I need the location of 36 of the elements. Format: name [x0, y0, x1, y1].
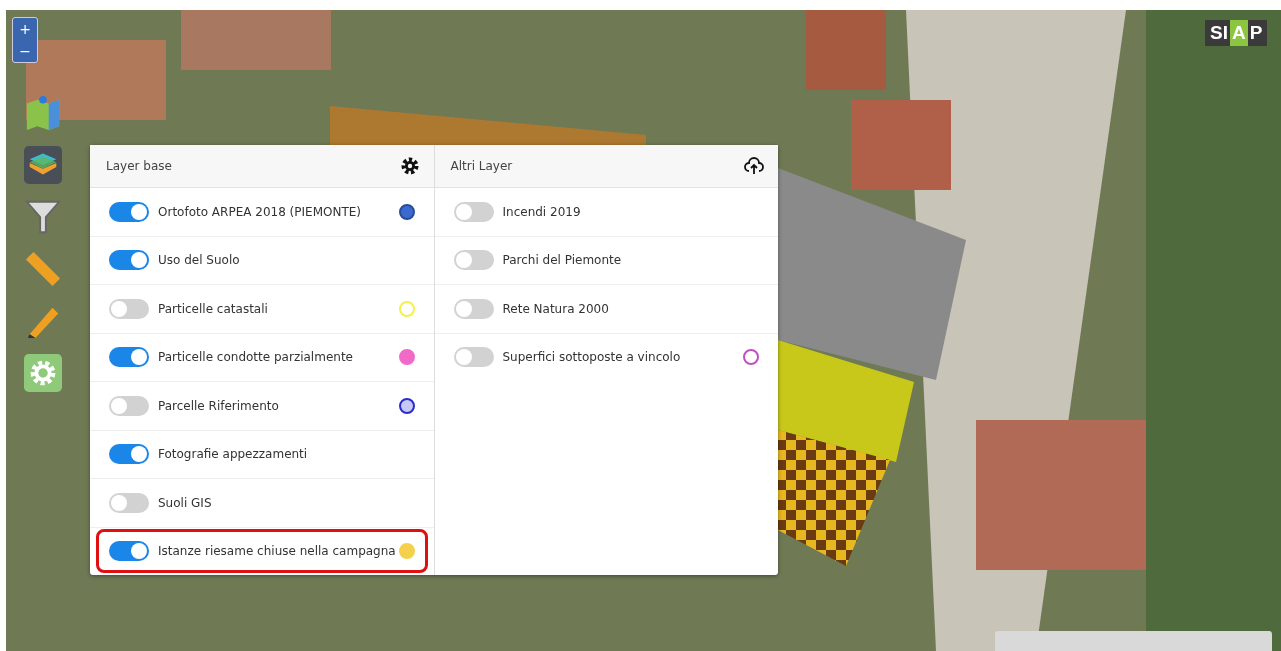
layer-label: Parchi del Piemonte — [502, 253, 623, 268]
layer-label: Istanze riesame chiuse nella campagna — [158, 544, 397, 559]
toggle-switch[interactable] — [453, 201, 494, 222]
cloud-upload-icon[interactable] — [744, 156, 764, 176]
toggle-switch[interactable] — [109, 444, 149, 465]
toggle-switch[interactable] — [453, 250, 494, 271]
toggle-switch[interactable] — [453, 347, 494, 368]
toggle-switch[interactable] — [109, 541, 149, 562]
toggle-switch[interactable] — [109, 395, 149, 416]
toggle-switch[interactable] — [453, 298, 494, 319]
layer-label: Rete Natura 2000 — [502, 301, 610, 316]
ruler-icon[interactable] — [24, 250, 62, 288]
section-title: Altri Layer — [450, 159, 513, 173]
layer-label: Ortofoto ARPEA 2018 (PIEMONTE) — [158, 204, 362, 219]
layer-label: Incendi 2019 — [502, 204, 582, 219]
zoom-in-button[interactable]: + — [13, 18, 37, 40]
layer-label: Parcelle Riferimento — [158, 398, 280, 413]
layer-label: Fotografie appezzamenti — [158, 447, 309, 462]
toggle-switch[interactable] — [109, 201, 149, 222]
toggle-switch[interactable] — [109, 298, 149, 319]
logo: SI A P — [1205, 20, 1268, 46]
toggle-switch[interactable] — [109, 492, 149, 513]
layer-label: Particelle condotte parzialmente — [158, 350, 354, 365]
toggle-switch[interactable] — [109, 250, 149, 271]
layers-icon[interactable] — [24, 146, 62, 184]
filter-icon[interactable] — [24, 198, 62, 236]
settings-icon[interactable] — [399, 156, 420, 176]
zoom-out-button[interactable]: − — [13, 40, 37, 62]
section-title: Layer base — [106, 159, 172, 173]
layer-label: Superfici sottoposte a vincolo — [502, 350, 682, 365]
layer-label: Suoli GIS — [158, 495, 213, 510]
calendar-icon — [398, 203, 415, 220]
layer-label: Uso del Suolo — [158, 253, 241, 268]
layer-label: Particelle catastali — [158, 301, 269, 316]
map-icon[interactable] — [24, 94, 62, 132]
toggle-switch[interactable] — [109, 347, 149, 368]
